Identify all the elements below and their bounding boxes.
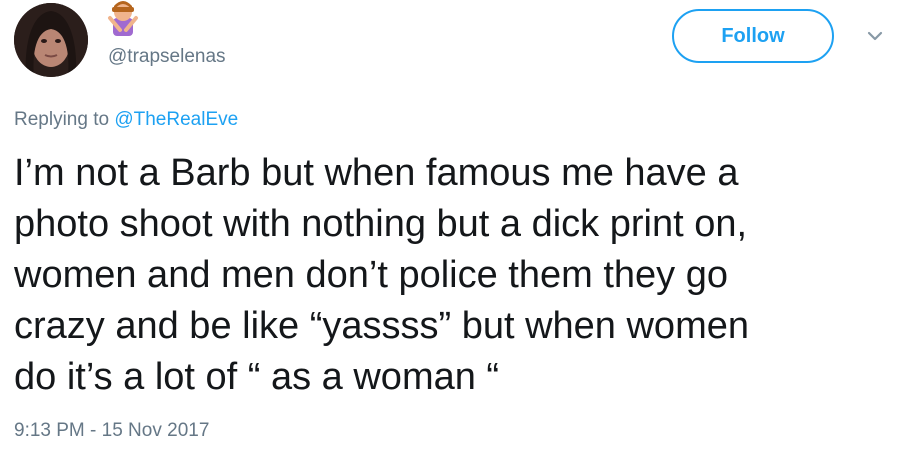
chevron-down-icon[interactable] <box>862 27 888 45</box>
profile-photo-icon <box>14 3 88 77</box>
tweet-timestamp[interactable]: 9:13 PM - 15 Nov 2017 <box>14 420 209 442</box>
tweet-line: women and men don’t police them they go <box>14 254 728 296</box>
reply-mention-link[interactable]: @TheRealEve <box>114 109 238 130</box>
tweet-line: crazy and be like “yassss” but when wome… <box>14 305 749 347</box>
tweet-text: I’m not a Barb but when famous me have a… <box>14 148 894 403</box>
follow-button[interactable]: Follow <box>672 9 834 63</box>
tweet-line: I’m not a Barb but when famous me have a <box>14 152 739 194</box>
user-handle[interactable]: @trapselenas <box>108 46 226 68</box>
reply-prefix: Replying to <box>14 109 110 130</box>
tweet-line: do it’s a lot of “ as a woman “ <box>14 356 500 398</box>
reply-context: Replying to @TheRealEve <box>14 109 238 131</box>
avatar[interactable] <box>14 3 88 77</box>
person-gesturing-no-emoji-icon <box>106 0 140 36</box>
tweet-line: photo shoot with nothing but a dick prin… <box>14 203 748 245</box>
